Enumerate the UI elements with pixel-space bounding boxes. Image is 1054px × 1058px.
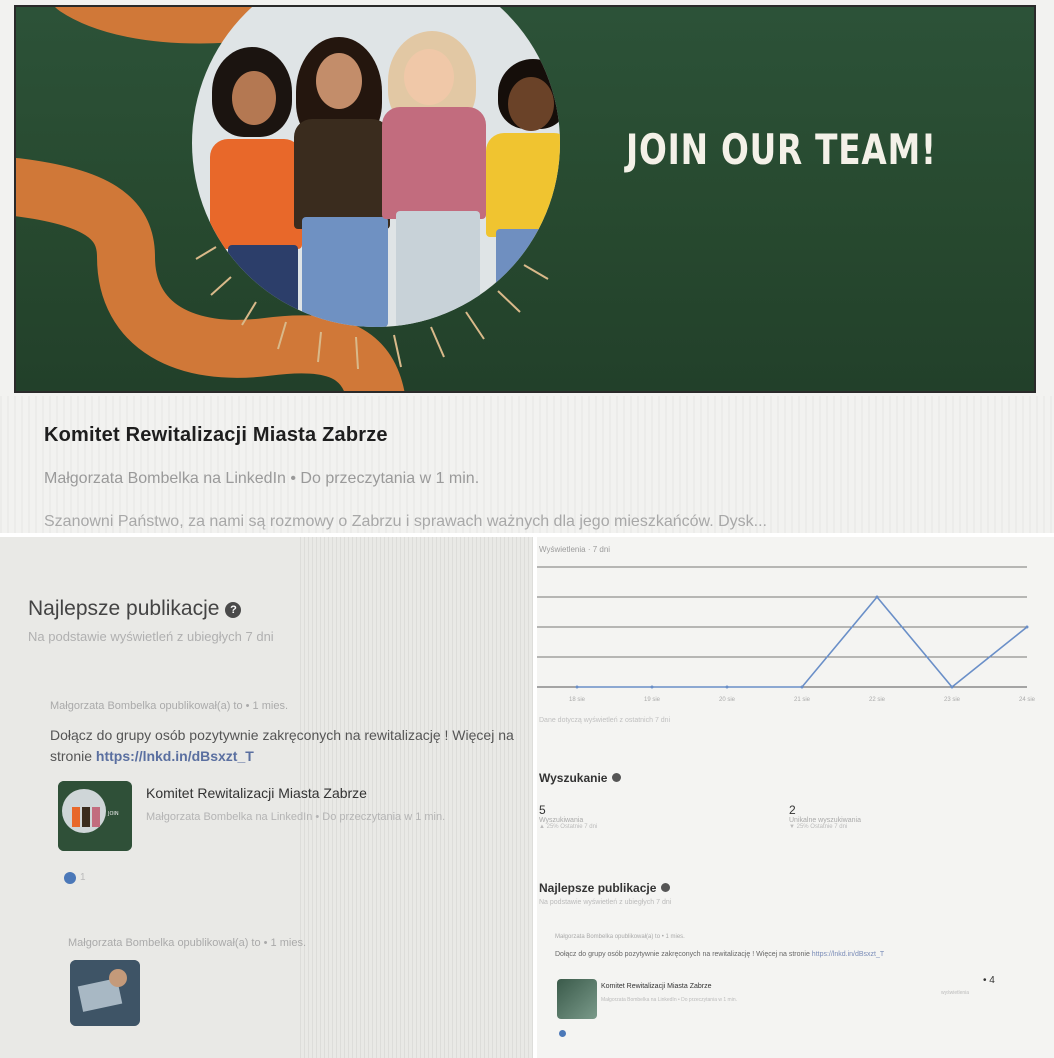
x-tick-label: 21 sie — [794, 697, 811, 703]
post-link[interactable]: https://lnkd.in/dBsxzt_T — [96, 748, 254, 764]
x-tick-label: 24 sie — [1019, 697, 1036, 703]
top-posts-basis: Na podstawie wyświetleń z ubiegłych 7 dn… — [539, 899, 672, 906]
post-meta: Małgorzata Bombelka opublikował(a) to • … — [555, 934, 685, 940]
impressions-label: wyświetlenia — [941, 990, 970, 996]
search-stat-unique[interactable]: 2 Unikalne wyszukiwania ▼ 25% Ostatnie 7… — [789, 803, 861, 830]
views-data-point[interactable] — [650, 685, 654, 689]
views-line-chart: 18 sie 19 sie 20 sie 21 sie 22 sie 23 sie 24 s… — [537, 566, 1036, 703]
svg-text:JOIN: JOIN — [107, 811, 119, 817]
article-description: Szanowni Państwo, za nami są rozmowy o Z… — [44, 513, 767, 530]
search-stat-total[interactable]: 5 Wyszukiwania ▲ 25% Ostatnie 7 dni — [539, 803, 597, 830]
post-text: Dołącz do grupy osób pozytywnie zakręcon… — [555, 951, 885, 958]
article-card-subtitle: Małgorzata Bombelka na LinkedIn • Do prz… — [601, 997, 737, 1003]
views-data-point[interactable] — [950, 685, 954, 689]
views-data-point[interactable] — [800, 685, 804, 689]
analytics-panel: Wyświetlenia · 7 dni 18 sie 19 sie 20 sie 2… — [537, 537, 1054, 1058]
team-photo — [192, 7, 560, 327]
article-card[interactable]: JOIN OUR TEAM! Komitet Rewitalizacji Mia… — [0, 0, 1054, 535]
x-tick-label: 20 sie — [719, 697, 736, 703]
views-data-point[interactable] — [575, 685, 579, 689]
search-heading: Wyszukanie — [539, 771, 622, 785]
views-data-point[interactable] — [875, 595, 879, 599]
article-thumbnail[interactable] — [557, 979, 597, 1019]
top-posts-basis: Na podstawie wyświetleń z ubiegłych 7 dn… — [28, 629, 274, 644]
post-link[interactable]: https://lnkd.in/dBsxzt_T — [812, 951, 884, 958]
x-tick-label: 23 sie — [944, 697, 961, 703]
views-data-point[interactable] — [1025, 625, 1029, 629]
reaction-count: 1 — [80, 872, 86, 883]
chart-footer: Dane dotyczą wyświetleń z ostatnich 7 dn… — [539, 717, 671, 724]
question-circle-icon[interactable]: ? — [225, 602, 242, 618]
question-circle-icon[interactable] — [661, 883, 671, 892]
top-posts-panel: Najlepsze publikacje? Na podstawie wyświ… — [0, 537, 533, 1058]
article-title[interactable]: Komitet Rewitalizacji Miasta Zabrze — [44, 424, 388, 447]
question-circle-icon[interactable] — [612, 773, 622, 782]
chart-label: Wyświetlenia · 7 dni — [539, 545, 611, 554]
post-thumbnail[interactable] — [70, 960, 140, 1026]
x-tick-label: 22 sie — [869, 697, 886, 703]
top-posts-heading: Najlepsze publikacje — [539, 881, 671, 895]
post-text: Dołącz do grupy osób pozytywnie zakręcon… — [50, 727, 514, 764]
like-icon[interactable] — [559, 1030, 566, 1037]
views-series-line — [577, 595, 1028, 689]
article-author-line: Małgorzata Bombelka na LinkedIn • Do prz… — [44, 470, 480, 487]
article-thumbnail[interactable]: JOIN — [58, 781, 132, 851]
like-icon[interactable] — [64, 872, 76, 884]
post-meta: Małgorzata Bombelka opublikował(a) to • … — [68, 937, 307, 949]
banner-headline: JOIN OUR TEAM! — [626, 125, 937, 174]
post-meta: Małgorzata Bombelka opublikował(a) to • … — [50, 700, 289, 712]
article-card-title[interactable]: Komitet Rewitalizacji Miasta Zabrze — [601, 983, 711, 990]
x-tick-label: 18 sie — [569, 697, 586, 703]
article-card-subtitle: Małgorzata Bombelka na LinkedIn • Do prz… — [146, 811, 446, 823]
x-tick-label: 19 sie — [644, 697, 661, 703]
top-posts-heading: Najlepsze publikacje? — [28, 597, 242, 621]
article-banner-image: JOIN OUR TEAM! — [14, 5, 1036, 393]
views-data-point[interactable] — [725, 685, 729, 689]
article-card-title[interactable]: Komitet Rewitalizacji Miasta Zabrze — [146, 785, 367, 801]
impressions-count: • 4 — [983, 975, 995, 986]
